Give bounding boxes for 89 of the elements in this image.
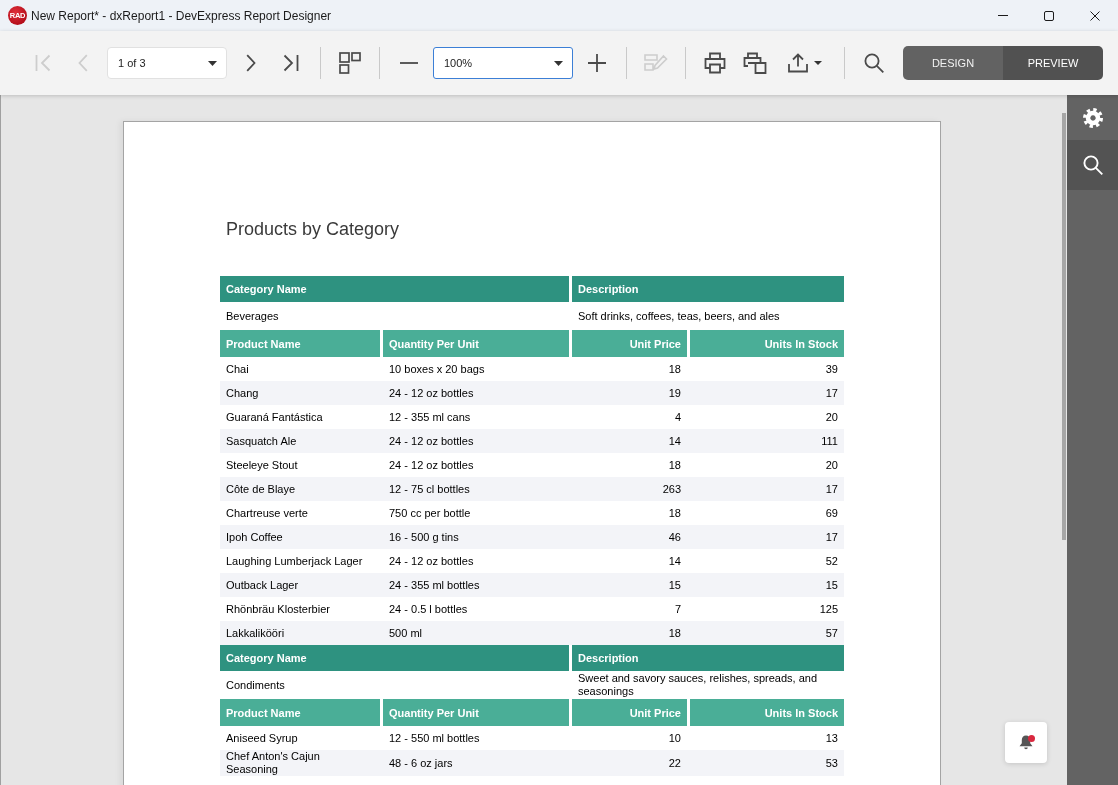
table-cell-text: 20: [824, 457, 839, 473]
table-cell: 16 - 500 g tins: [383, 525, 572, 549]
column-header: Product Name: [220, 699, 380, 726]
table-cell-text: 18: [667, 505, 682, 521]
table-cell: 18: [572, 621, 690, 645]
table-cell: 500 ml: [383, 621, 572, 645]
table-cell-text: 18: [667, 361, 682, 377]
column-header: Quantity Per Unit: [383, 330, 569, 357]
page-select[interactable]: 1 of 3: [107, 47, 227, 79]
table-cell-text: 10: [667, 730, 682, 746]
table-cell: 46: [572, 525, 690, 549]
table-cell-text: 24 - 12 oz bottles: [388, 553, 475, 569]
table-cell: 17: [690, 525, 844, 549]
table-cell-text: 14: [667, 553, 682, 569]
table-cell: Sasquatch Ale: [220, 429, 383, 453]
table-cell-text: 13: [824, 730, 839, 746]
column-header: Description: [572, 645, 844, 671]
search-icon: [1082, 155, 1103, 175]
table-cell: 15: [690, 573, 844, 597]
table-cell-text: 12 - 550 ml bottles: [388, 730, 481, 746]
table-cell: 48 - 6 oz jars: [383, 750, 572, 776]
column-header: Unit Price: [572, 330, 687, 357]
caret-icon: [554, 60, 563, 66]
close-icon: [1090, 10, 1100, 21]
category-name: Beverages: [225, 308, 280, 324]
category-description: Sweet and savory sauces, relishes, spreads, and seasonings: [577, 671, 819, 699]
table-cell: 263: [572, 477, 690, 501]
table-cell: Chang: [220, 381, 383, 405]
table-cell-text: Chartreuse verte: [225, 505, 309, 521]
column-header: Category Name: [220, 645, 569, 671]
table-cell-text: 12 - 355 ml cans: [388, 409, 472, 425]
table-cell: 17: [690, 477, 844, 501]
table-cell-text: 750 cc per bottle: [388, 505, 472, 521]
category-description: Soft drinks, coffees, teas, beers, and ales: [577, 308, 781, 324]
column-header: Units In Stock: [690, 699, 844, 726]
table-cell-text: Chai: [225, 361, 250, 377]
mode-tab[interactable]: DESIGN: [903, 46, 1003, 80]
category-name: Condiments: [225, 677, 286, 693]
report-title: Products by Category: [225, 218, 400, 240]
gear-icon: [1081, 106, 1104, 129]
column-header: Category Name: [220, 276, 569, 302]
column-header: Unit Price: [572, 699, 687, 726]
table-cell-text: 24 - 12 oz bottles: [388, 457, 475, 473]
caret-icon: [208, 60, 217, 66]
table-cell: 24 - 12 oz bottles: [383, 381, 572, 405]
table-cell: Outback Lager: [220, 573, 383, 597]
table-cell: Ipoh Coffee: [220, 525, 383, 549]
table-cell: 15: [572, 573, 690, 597]
table-cell: 57: [690, 621, 844, 645]
table-cell: Chef Anton's Cajun Seasoning: [220, 750, 383, 776]
table-cell: 14: [572, 429, 690, 453]
table-cell: Côte de Blaye: [220, 477, 383, 501]
table-cell-text: 10 boxes x 20 bags: [388, 361, 486, 377]
scrollbar-thumb[interactable]: [1062, 113, 1066, 540]
table-cell-text: Aniseed Syrup: [225, 730, 299, 746]
minimize-icon: [998, 15, 1008, 16]
zoom-select[interactable]: 100%: [433, 47, 573, 79]
table-cell-text: Laughing Lumberjack Lager: [225, 553, 364, 569]
table-cell-text: Guaraná Fantástica: [225, 409, 324, 425]
window-title: New Report* - dxReport1 - DevExpress Report Designer: [31, 8, 332, 23]
table-cell: 19: [572, 381, 690, 405]
table-cell-text: 20: [824, 409, 839, 425]
search-tab[interactable]: [1067, 140, 1118, 190]
table-cell: 53: [690, 750, 844, 776]
mode-tab[interactable]: PREVIEW: [1003, 46, 1103, 80]
caret-icon: [814, 61, 822, 65]
column-header: Units In Stock: [690, 330, 844, 357]
table-cell: 24 - 355 ml bottles: [383, 573, 572, 597]
table-cell-text: 18: [667, 457, 682, 473]
maximize-icon: [1044, 10, 1054, 21]
column-header: Quantity Per Unit: [383, 699, 569, 726]
table-cell-text: 4: [673, 409, 682, 425]
table-cell-text: Steeleye Stout: [225, 457, 299, 473]
column-header: Product Name: [220, 330, 380, 357]
notifications-button[interactable]: [1005, 722, 1047, 763]
table-cell: 111: [690, 429, 844, 453]
table-cell: 24 - 12 oz bottles: [383, 429, 572, 453]
table-cell-text: 52: [824, 553, 839, 569]
table-cell: 12 - 75 cl bottles: [383, 477, 572, 501]
table-cell: Lakkalikööri: [220, 621, 383, 645]
table-cell: 17: [690, 381, 844, 405]
table-cell-text: 69: [824, 505, 839, 521]
table-cell: 22: [572, 750, 690, 776]
table-cell-text: Rhönbräu Klosterbier: [225, 601, 331, 617]
table-cell-text: 39: [824, 361, 839, 377]
table-cell-text: 24 - 0.5 l bottles: [388, 601, 469, 617]
table-cell-text: 7: [673, 601, 682, 617]
column-header: Description: [572, 276, 844, 302]
table-cell-text: 125: [818, 601, 839, 617]
